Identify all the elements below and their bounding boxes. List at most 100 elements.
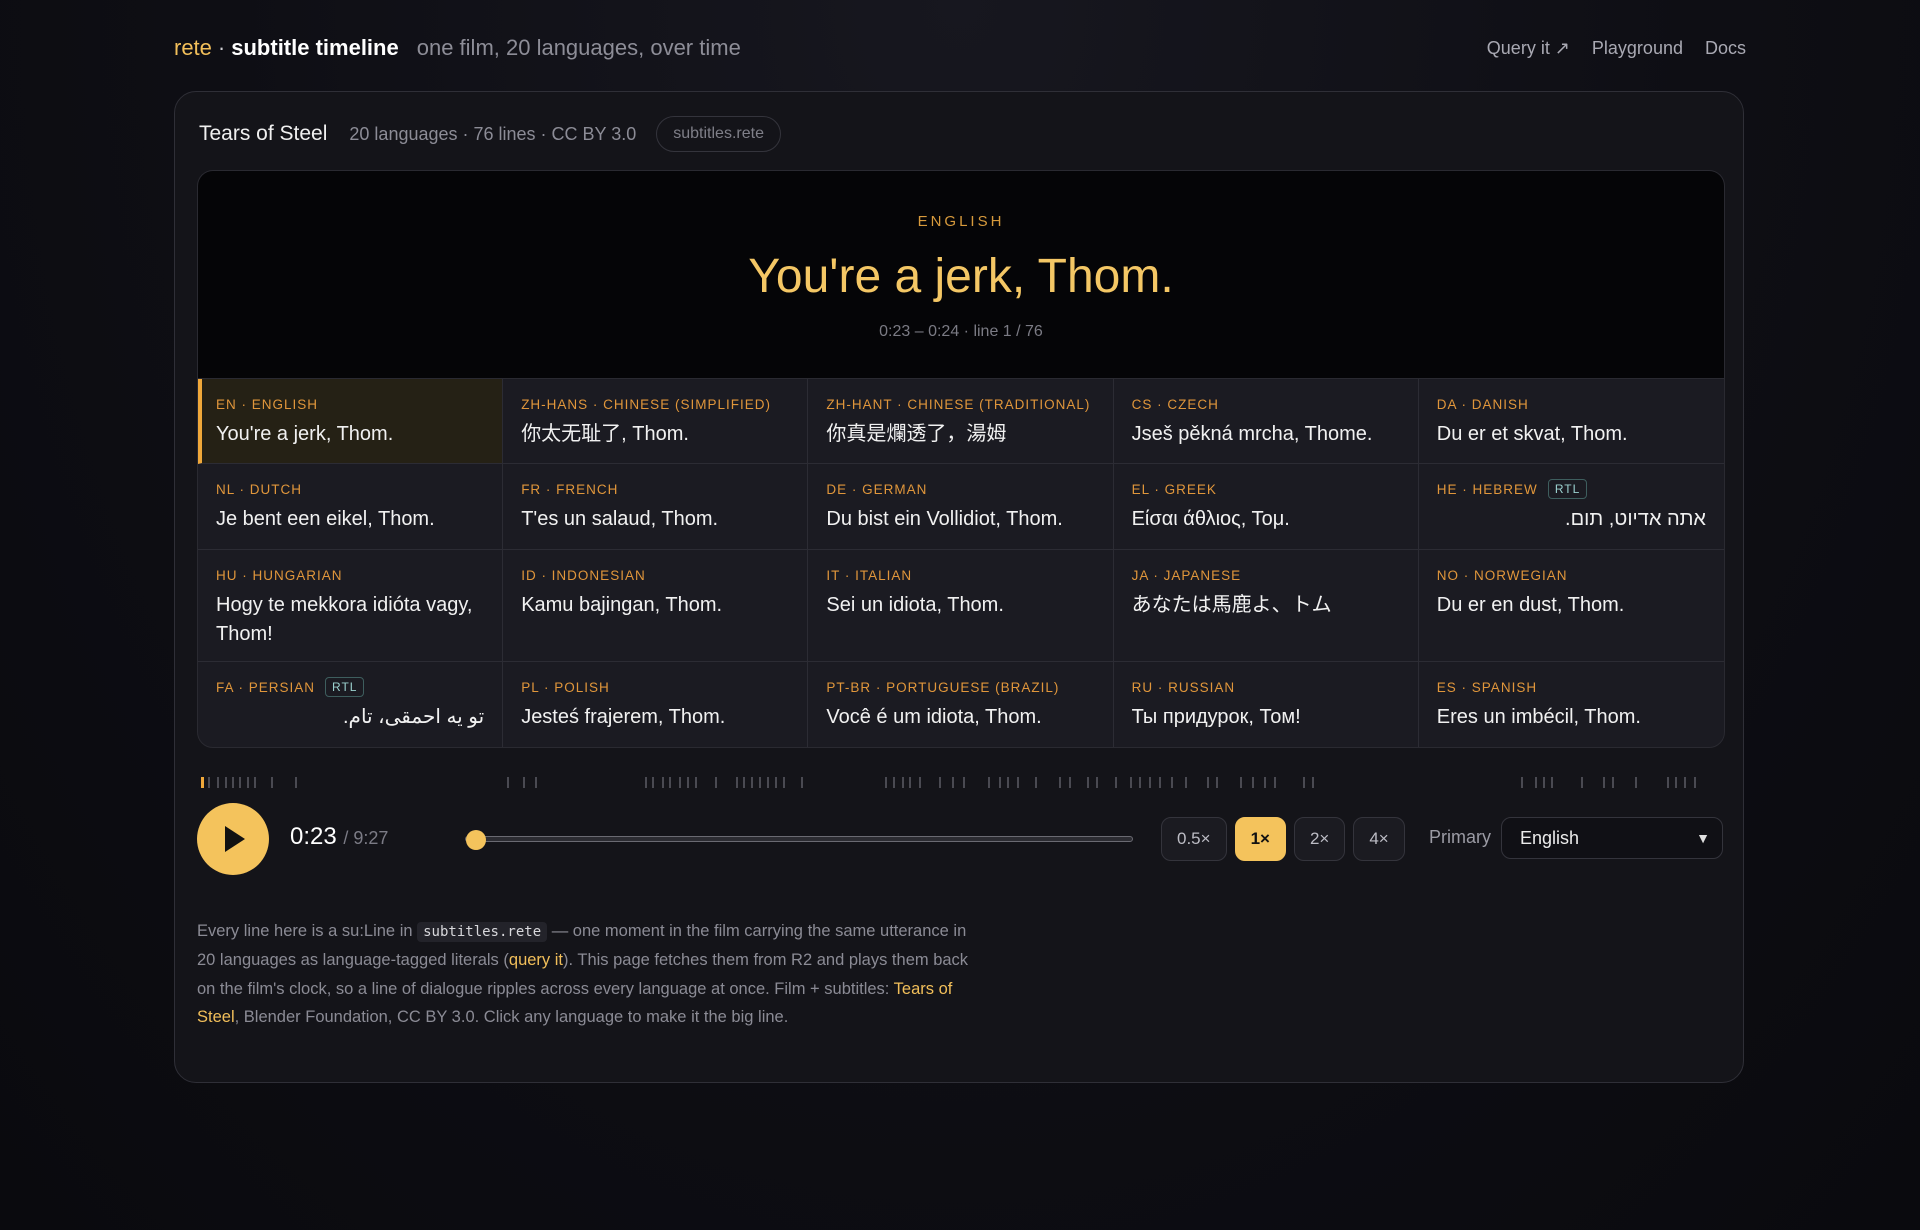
language-cell[interactable]: EN · ENGLISH You're a jerk, Thom. [198, 379, 504, 464]
cue-tick[interactable] [774, 777, 777, 788]
language-cell[interactable]: CS · CZECH Jseš pěkná mrcha, Thome. [1113, 379, 1419, 464]
cue-tick[interactable] [909, 777, 911, 788]
speed-button[interactable]: 1× [1234, 817, 1286, 861]
cue-tick[interactable] [1667, 777, 1670, 788]
cue-tick[interactable] [783, 777, 785, 788]
language-cell[interactable]: IT · ITALIAN Sei un idiota, Thom. [808, 550, 1114, 662]
cue-tick[interactable] [678, 777, 681, 788]
cue-tick[interactable] [661, 777, 664, 788]
cue-tick[interactable] [1170, 777, 1173, 788]
cue-tick[interactable] [246, 777, 249, 788]
cue-tick[interactable] [1674, 777, 1677, 788]
cue-tick[interactable] [645, 777, 647, 788]
language-cell[interactable]: RU · RUSSIAN Ты придурок, Том! [1114, 662, 1419, 747]
brand[interactable]: rete · subtitle timeline [174, 35, 399, 61]
cue-tick[interactable] [239, 777, 242, 788]
seek-thumb[interactable] [466, 830, 487, 850]
cue-tick[interactable] [1551, 777, 1553, 788]
cue-tick[interactable] [885, 777, 887, 788]
language-cell[interactable]: PT-BR · PORTUGUESE (BRAZIL) Você é um idi… [808, 662, 1114, 747]
language-cell[interactable]: DA · DANISH Du er et skvat, Thom. [1418, 379, 1724, 464]
cue-tick[interactable] [1535, 777, 1538, 788]
cue-tick[interactable] [294, 777, 297, 788]
language-cell[interactable]: JA · JAPANESE あなたは馬鹿よ、トム [1113, 550, 1419, 662]
cue-tick[interactable] [1264, 777, 1267, 788]
language-cell[interactable]: HU · HUNGARIAN Hogy te mekkora idióta vag… [198, 550, 504, 662]
nav-query-link[interactable]: Query it ↗ [1487, 38, 1570, 59]
cue-tick[interactable] [534, 777, 537, 788]
cue-tick[interactable] [1007, 777, 1010, 788]
cue-tick[interactable] [1635, 777, 1637, 788]
cue-tick[interactable] [952, 777, 955, 788]
cue-tick[interactable] [225, 777, 227, 788]
cue-tick[interactable] [1115, 777, 1118, 788]
cue-tick[interactable] [767, 777, 770, 788]
cue-tick[interactable] [216, 777, 219, 788]
cue-tick[interactable] [1252, 777, 1255, 788]
language-cell[interactable]: ID · INDONESIAN Kamu bajingan, Thom. [503, 550, 809, 662]
cue-tick[interactable] [522, 777, 525, 788]
language-cell[interactable]: ZH-HANT · CHINESE (TRADITIONAL) 你真是爛透了，湯姆 [808, 379, 1114, 464]
cue-tick[interactable] [669, 777, 671, 788]
cue-tick[interactable] [1086, 777, 1089, 788]
language-cell[interactable]: ES · SPANISH Eres un imbécil, Thom. [1419, 662, 1724, 747]
play-button[interactable] [197, 803, 269, 875]
cue-tick[interactable] [918, 777, 921, 788]
cue-tick[interactable] [988, 777, 991, 788]
cue-tick[interactable] [232, 777, 235, 788]
cue-tick[interactable] [1612, 777, 1615, 788]
nav-docs-link[interactable]: Docs [1705, 38, 1746, 59]
language-cell[interactable]: NO · NORWEGIAN Du er en dust, Thom. [1418, 550, 1724, 662]
cue-tick[interactable] [695, 777, 698, 788]
cue-tick[interactable] [1302, 777, 1305, 788]
cue-tick[interactable] [714, 777, 717, 788]
cue-tick[interactable] [1035, 777, 1037, 788]
cue-tick[interactable] [1185, 777, 1187, 788]
cue-tick[interactable] [687, 777, 689, 788]
cue-tick[interactable] [750, 777, 753, 788]
cue-tick[interactable] [801, 777, 803, 788]
cue-tick[interactable] [1139, 777, 1142, 788]
language-cell[interactable]: HE · HEBREW RTL אתה אדיוט, תום. [1418, 464, 1724, 550]
cue-tick[interactable] [1521, 777, 1523, 788]
cue-tick[interactable] [1240, 777, 1243, 788]
cue-tick[interactable] [963, 777, 965, 788]
cue-tick[interactable] [1149, 777, 1151, 788]
cue-tick[interactable] [901, 777, 904, 788]
speed-button[interactable]: 0.5× [1161, 817, 1227, 861]
cue-tick[interactable] [1017, 777, 1019, 788]
language-cell[interactable]: EL · GREEK Είσαι άθλιος, Τομ. [1113, 464, 1419, 550]
cue-tick[interactable] [1602, 777, 1605, 788]
nav-playground-link[interactable]: Playground [1592, 38, 1683, 59]
cue-tick[interactable] [759, 777, 761, 788]
cue-tick[interactable] [652, 777, 655, 788]
source-pill[interactable]: subtitles.rete [656, 116, 781, 152]
cue-tick[interactable] [743, 777, 746, 788]
cue-tick[interactable] [1312, 777, 1315, 788]
language-cell[interactable]: ZH-HANS · CHINESE (SIMPLIFIED) 你太无耻了, Tho… [503, 379, 809, 464]
cue-tick[interactable] [208, 777, 211, 788]
cue-tick[interactable] [1129, 777, 1132, 788]
cue-tick[interactable] [201, 777, 204, 788]
language-cell[interactable]: NL · DUTCH Je bent een eikel, Thom. [198, 464, 504, 550]
seek-slider[interactable] [465, 830, 1133, 850]
cue-tick[interactable] [1068, 777, 1071, 788]
cue-tick[interactable] [1693, 777, 1696, 788]
speed-button[interactable]: 2× [1293, 817, 1346, 861]
cue-tick[interactable] [1684, 777, 1687, 788]
cue-tick[interactable] [1581, 777, 1583, 788]
cue-tick[interactable] [1206, 777, 1209, 788]
cue-tick[interactable] [1542, 777, 1545, 788]
cue-tick[interactable] [1096, 777, 1099, 788]
language-cell[interactable]: PL · POLISH Jesteś frajerem, Thom. [503, 662, 809, 747]
cue-tick[interactable] [999, 777, 1001, 788]
language-cell[interactable]: FA · PERSIAN RTL تو یه احمقی، تام. [198, 662, 504, 747]
query-it-link[interactable]: query it [509, 951, 563, 969]
cue-tick[interactable] [1216, 777, 1219, 788]
cue-tick[interactable] [736, 777, 739, 788]
cue-tick[interactable] [1059, 777, 1061, 788]
cue-tick[interactable] [1273, 777, 1276, 788]
language-cell[interactable]: FR · FRENCH T'es un salaud, Thom. [503, 464, 809, 550]
cue-tick[interactable] [253, 777, 256, 788]
cue-tick[interactable] [270, 777, 273, 788]
